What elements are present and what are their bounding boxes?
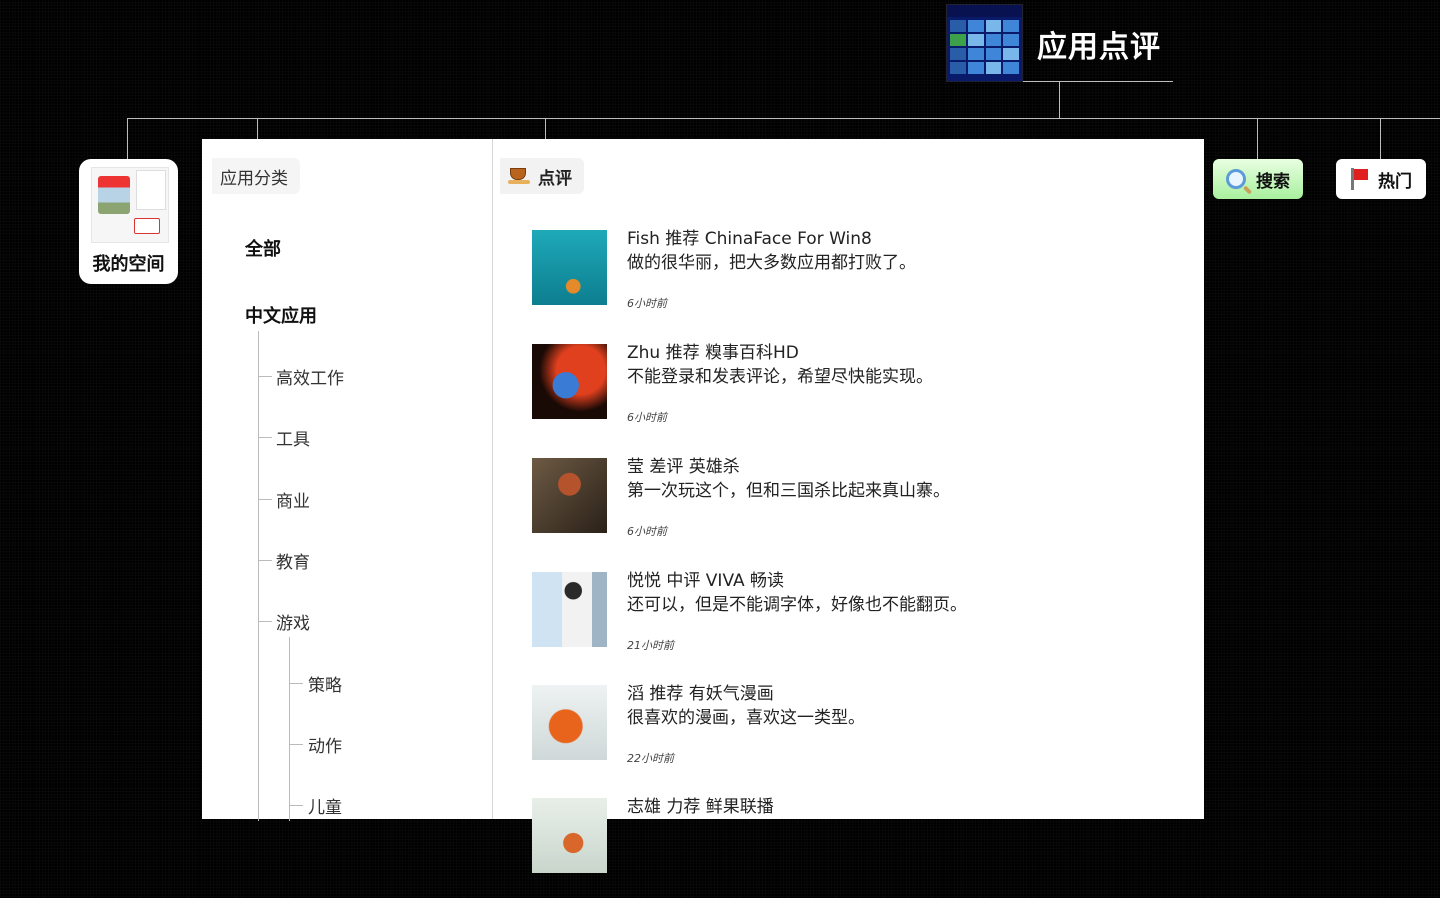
review-item[interactable]: 莹 差评 英雄杀 第一次玩这个，但和三国杀比起来真山寨。 6小时前 <box>532 457 1172 558</box>
my-space-thumbnail <box>91 167 169 243</box>
category-action[interactable]: 动作 <box>308 732 342 757</box>
my-space-tile[interactable]: 我的空间 <box>79 159 178 284</box>
category-business[interactable]: 商业 <box>276 487 310 512</box>
category-chinese-apps[interactable]: 中文应用 <box>245 302 317 328</box>
review-head: 志雄 力荐 鲜果联播 <box>627 797 774 817</box>
review-body: 不能登录和发表评论，希望尽快能实现。 <box>627 367 933 387</box>
review-body: 很喜欢的漫画，喜欢这一类型。 <box>627 708 865 728</box>
category-kids[interactable]: 儿童 <box>308 793 342 818</box>
review-time: 21小时前 <box>627 639 674 652</box>
connector-line <box>1380 118 1381 159</box>
app-thumbnail <box>532 572 607 647</box>
review-head: 莹 差评 英雄杀 <box>627 457 740 477</box>
flag-icon <box>1350 168 1368 190</box>
category-tools[interactable]: 工具 <box>276 425 310 450</box>
review-head: 滔 推荐 有妖气漫画 <box>627 684 774 704</box>
review-item[interactable]: 滔 推荐 有妖气漫画 很喜欢的漫画，喜欢这一类型。 22小时前 <box>532 684 1172 785</box>
coffee-icon <box>508 168 530 184</box>
tree-line <box>258 331 259 821</box>
review-item[interactable]: 悦悦 中评 VIVA 畅读 还可以，但是不能调字体，好像也不能翻页。 21小时前 <box>532 571 1172 672</box>
app-thumbnail <box>532 344 607 419</box>
app-title: 应用点评 <box>1037 30 1161 65</box>
review-section-title: 点评 <box>500 158 584 194</box>
category-games[interactable]: 游戏 <box>276 609 310 634</box>
review-time: 6小时前 <box>627 411 667 424</box>
tree-line <box>258 560 272 561</box>
review-head: Fish 推荐 ChinaFace For Win8 <box>627 229 872 249</box>
review-item[interactable]: Zhu 推荐 糗事百科HD 不能登录和发表评论，希望尽快能实现。 6小时前 <box>532 343 1172 444</box>
tree-line <box>258 437 272 438</box>
review-body: 做的很华丽，把大多数应用都打败了。 <box>627 253 916 273</box>
category-education[interactable]: 教育 <box>276 548 310 573</box>
app-thumbnail <box>532 230 607 305</box>
app-logo <box>946 4 1023 82</box>
review-time: 6小时前 <box>627 525 667 538</box>
hot-label: 热门 <box>1378 171 1412 192</box>
review-item[interactable]: Fish 推荐 ChinaFace For Win8 做的很华丽，把大多数应用都… <box>532 229 1172 330</box>
review-head: 悦悦 中评 VIVA 畅读 <box>627 571 785 591</box>
category-strategy[interactable]: 策略 <box>308 671 342 696</box>
search-button[interactable]: 搜索 <box>1213 159 1303 199</box>
search-label: 搜索 <box>1256 171 1290 192</box>
connector-line <box>1257 118 1258 159</box>
review-body: 第一次玩这个，但和三国杀比起来真山寨。 <box>627 481 950 501</box>
app-thumbnail <box>532 458 607 533</box>
main-panel: 应用分类 点评 全部 中文应用 高效工作 工具 商业 教育 游戏 策略 动作 儿… <box>202 139 1204 873</box>
tree-line <box>258 621 272 622</box>
review-head: Zhu 推荐 糗事百科HD <box>627 343 799 363</box>
app-thumbnail <box>532 685 607 760</box>
tree-line <box>289 744 303 745</box>
review-body: 还可以，但是不能调字体，好像也不能翻页。 <box>627 595 967 615</box>
category-productivity[interactable]: 高效工作 <box>276 364 344 389</box>
tree-line <box>289 805 303 806</box>
tree-line <box>289 683 303 684</box>
connector-line <box>127 118 128 159</box>
category-section-title: 应用分类 <box>212 158 300 194</box>
review-time: 22小时前 <box>627 752 674 765</box>
connector-line <box>1023 81 1173 82</box>
connector-line <box>1059 82 1060 118</box>
column-divider <box>492 139 493 819</box>
tree-line <box>258 376 272 377</box>
search-icon <box>1226 169 1246 189</box>
tree-line <box>258 499 272 500</box>
hot-button[interactable]: 热门 <box>1336 159 1426 199</box>
app-thumbnail <box>532 798 607 873</box>
review-section-label: 点评 <box>538 168 572 189</box>
review-time: 6小时前 <box>627 297 667 310</box>
my-space-label: 我的空间 <box>92 254 165 275</box>
review-item[interactable]: 志雄 力荐 鲜果联播 <box>532 797 1172 898</box>
category-all[interactable]: 全部 <box>245 235 281 261</box>
connector-line <box>127 118 1440 119</box>
tree-line <box>289 637 290 821</box>
